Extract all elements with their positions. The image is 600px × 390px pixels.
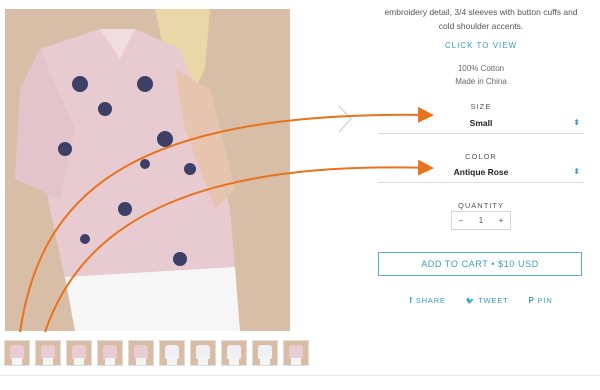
size-value: Small	[469, 118, 493, 128]
thumbnail-1[interactable]	[4, 340, 30, 366]
product-main-image[interactable]	[5, 9, 290, 331]
thumbnail-5[interactable]	[128, 340, 154, 366]
thumbnail-3[interactable]	[66, 340, 92, 366]
share-pinterest-link[interactable]: P PIN	[529, 296, 553, 305]
thumbnail-10[interactable]	[283, 340, 309, 366]
quantity-label: QUANTITY	[458, 201, 504, 210]
share-facebook-link[interactable]: f SHARE	[409, 296, 445, 305]
facebook-icon: f	[409, 296, 413, 305]
quantity-stepper: – 1 +	[451, 211, 511, 230]
size-label: SIZE	[470, 102, 492, 111]
thumbnail-7[interactable]	[190, 340, 216, 366]
thumbnail-strip	[4, 340, 309, 366]
description-line-2: cold shoulder accents.	[438, 21, 524, 31]
pin-label: PIN	[537, 296, 553, 305]
thumbnail-9[interactable]	[252, 340, 278, 366]
pinterest-icon: P	[528, 296, 535, 305]
thumbnail-8[interactable]	[221, 340, 247, 366]
click-to-view-link[interactable]: CLICK TO VIEW	[378, 41, 584, 50]
share-twitter-link[interactable]: 🐦 TWEET	[466, 296, 509, 305]
tweet-label: TWEET	[478, 296, 509, 305]
color-value: Antique Rose	[453, 167, 509, 177]
quantity-minus-button[interactable]: –	[452, 216, 470, 225]
color-label: COLOR	[465, 152, 497, 161]
color-caret-icon: ⬍	[573, 167, 580, 176]
color-select[interactable]: Antique Rose ⬍	[378, 164, 584, 183]
twitter-icon: 🐦	[465, 297, 476, 305]
product-description: embroidery detail, 3/4 sleeves with butt…	[378, 5, 584, 33]
thumbnail-4[interactable]	[97, 340, 123, 366]
material-info: 100% Cotton Made in China	[378, 62, 584, 88]
share-label: SHARE	[415, 296, 446, 305]
size-select[interactable]: Small ⬍	[378, 115, 584, 134]
thumbnail-6[interactable]	[159, 340, 185, 366]
origin-text: Made in China	[455, 77, 507, 86]
bottom-divider	[0, 375, 600, 376]
thumbnail-2[interactable]	[35, 340, 61, 366]
quantity-plus-button[interactable]: +	[492, 216, 510, 225]
description-line-1: embroidery detail, 3/4 sleeves with butt…	[384, 7, 578, 17]
size-caret-icon: ⬍	[573, 118, 580, 127]
next-image-chevron-icon[interactable]	[336, 104, 354, 134]
add-to-cart-button[interactable]: ADD TO CART • $10 USD	[378, 252, 582, 276]
share-links: f SHARE 🐦 TWEET P PIN	[378, 296, 584, 305]
fabric-text: 100% Cotton	[457, 64, 505, 73]
quantity-value[interactable]: 1	[472, 216, 490, 225]
